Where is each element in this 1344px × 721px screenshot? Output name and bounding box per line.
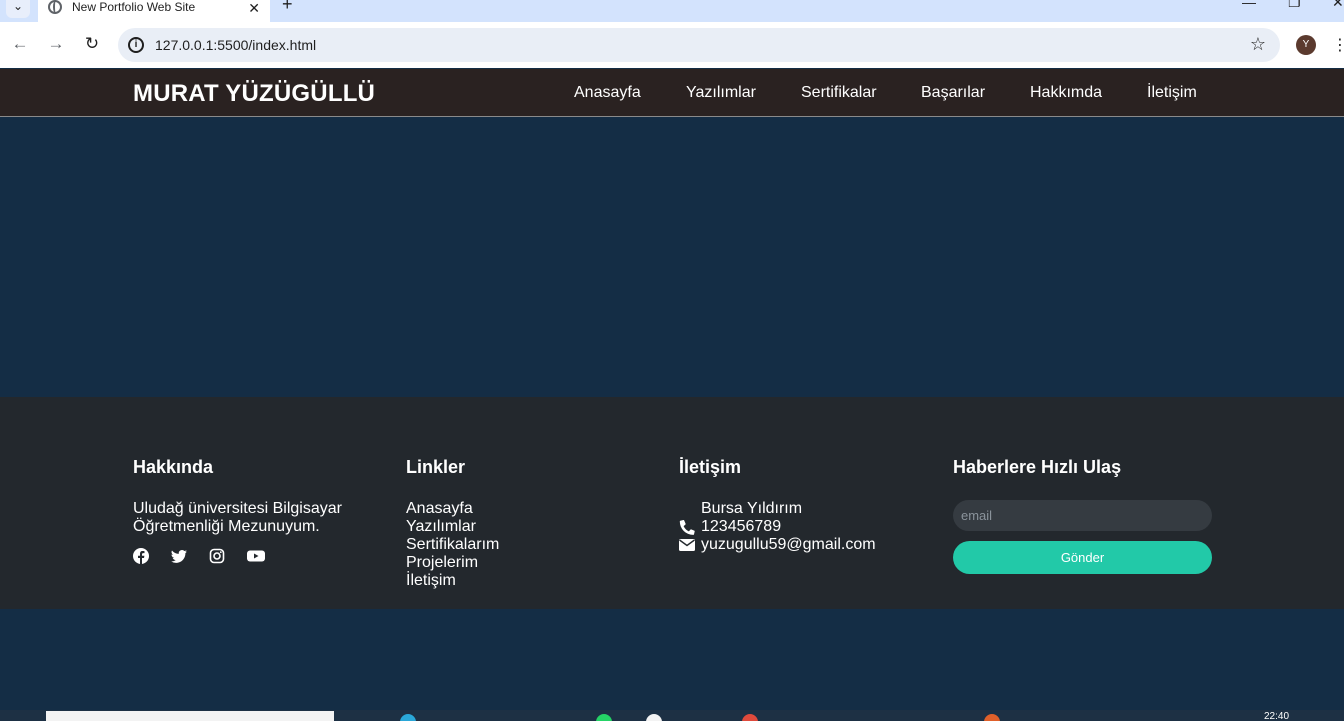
profile-avatar[interactable]: Y <box>1296 35 1316 55</box>
about-text-line1: Uludağ üniversitesi Bilgisayar <box>133 500 342 517</box>
nav-item-anasayfa[interactable]: Anasayfa <box>574 84 641 102</box>
footer-newsletter-title: Haberlere Hızlı Ulaş <box>953 457 1122 477</box>
contact-email: yuzugullu59@gmail.com <box>679 536 876 554</box>
nav-item-hakkimda[interactable]: Hakkımda <box>1030 84 1102 102</box>
browser-tab[interactable]: New Portfolio Web Site ✕ <box>38 0 270 22</box>
info-icon[interactable]: i <box>128 37 144 53</box>
tab-search-button[interactable]: ⌄ <box>6 0 30 18</box>
footer-about-title: Hakkında <box>133 457 214 477</box>
forward-button[interactable]: → <box>44 34 68 54</box>
address-text: Bursa Yıldırım <box>701 500 803 517</box>
tab-title: New Portfolio Web Site <box>72 0 196 14</box>
footer-link-iletisim[interactable]: İletişim <box>406 572 456 589</box>
hero-section <box>0 118 1344 397</box>
footer-links-title: Linkler <box>406 457 466 477</box>
site-footer: Hakkında Uludağ üniversitesi Bilgisayar … <box>0 397 1344 609</box>
taskbar-app-icon[interactable] <box>984 714 1000 721</box>
list-item: Projelerim <box>406 554 499 572</box>
restore-button[interactable]: ❐ <box>1288 0 1301 11</box>
list-item: Yazılımlar <box>406 518 499 536</box>
new-tab-button[interactable]: + <box>282 0 293 15</box>
url-text[interactable]: 127.0.0.1:5500/index.html <box>155 37 316 53</box>
reload-button[interactable]: ↻ <box>80 34 104 54</box>
footer-link-anasayfa[interactable]: Anasayfa <box>406 500 473 517</box>
twitter-icon[interactable] <box>171 548 187 564</box>
taskbar-clock: 22:40 <box>1264 711 1290 721</box>
social-links <box>133 548 342 564</box>
footer-links: Linkler Anasayfa Yazılımlar Sertifikalar… <box>406 457 499 590</box>
envelope-icon <box>679 538 695 552</box>
browser-menu-icon[interactable]: ⋮ <box>1332 35 1344 55</box>
list-item: Anasayfa <box>406 500 499 518</box>
contact-address: Bursa Yıldırım <box>679 500 876 518</box>
address-bar[interactable]: i 127.0.0.1:5500/index.html ☆ <box>118 28 1280 62</box>
chevron-down-icon: ⌄ <box>12 0 24 13</box>
browser-tabstrip: ⌄ New Portfolio Web Site ✕ + — ❐ ✕ <box>0 0 1344 22</box>
footer-contact: İletişim Bursa Yıldırım 123456789 yuzugu… <box>679 457 876 554</box>
nav-item-basarilar[interactable]: Başarılar <box>921 84 985 102</box>
footer-contact-title: İletişim <box>679 457 742 477</box>
nav-item-yazilimlar[interactable]: Yazılımlar <box>686 84 756 102</box>
facebook-icon[interactable] <box>133 548 149 564</box>
newsletter-email-input[interactable] <box>953 500 1212 531</box>
back-button[interactable]: ← <box>8 34 32 54</box>
taskbar-app-icon[interactable] <box>646 714 662 721</box>
globe-icon <box>48 0 62 14</box>
taskbar-search-box[interactable] <box>46 711 334 721</box>
youtube-icon[interactable] <box>247 548 265 564</box>
email-text: yuzugullu59@gmail.com <box>701 536 876 553</box>
about-text-line2: Öğretmenliği Mezunuyum. <box>133 518 320 535</box>
taskbar-app-icon[interactable] <box>400 714 416 721</box>
newsletter-send-button[interactable]: Gönder <box>953 541 1212 574</box>
site-header: MURAT YÜZÜGÜLLÜ Anasayfa Yazılımlar Sert… <box>0 69 1344 117</box>
minimize-button[interactable]: — <box>1242 0 1256 10</box>
browser-toolbar: ← → ↻ i 127.0.0.1:5500/index.html ☆ Y ⋮ <box>0 22 1344 68</box>
close-tab-icon[interactable]: ✕ <box>248 0 260 17</box>
footer-links-list: Anasayfa Yazılımlar Sertifikalarım Proje… <box>406 500 499 590</box>
nav-item-iletisim[interactable]: İletişim <box>1147 84 1197 102</box>
contact-phone: 123456789 <box>679 518 876 536</box>
os-taskbar: 22:40 <box>0 710 1344 721</box>
brand-logo[interactable]: MURAT YÜZÜGÜLLÜ <box>133 80 375 108</box>
list-item: İletişim <box>406 572 499 590</box>
footer-about: Hakkında Uludağ üniversitesi Bilgisayar … <box>133 457 342 564</box>
footer-link-yazilimlar[interactable]: Yazılımlar <box>406 518 476 535</box>
close-window-button[interactable]: ✕ <box>1332 0 1344 11</box>
nav-item-sertifikalar[interactable]: Sertifikalar <box>801 84 877 102</box>
footer-newsletter: Haberlere Hızlı Ulaş Gönder <box>953 457 1344 574</box>
taskbar-app-icon[interactable] <box>596 714 612 721</box>
bookmark-star-icon[interactable]: ☆ <box>1250 34 1266 55</box>
list-item: Sertifikalarım <box>406 536 499 554</box>
footer-link-sertifikalarim[interactable]: Sertifikalarım <box>406 536 499 553</box>
phone-text: 123456789 <box>701 518 782 535</box>
phone-icon <box>679 519 695 535</box>
instagram-icon[interactable] <box>209 548 225 564</box>
footer-link-projelerim[interactable]: Projelerim <box>406 554 478 571</box>
taskbar-app-icon[interactable] <box>742 714 758 721</box>
